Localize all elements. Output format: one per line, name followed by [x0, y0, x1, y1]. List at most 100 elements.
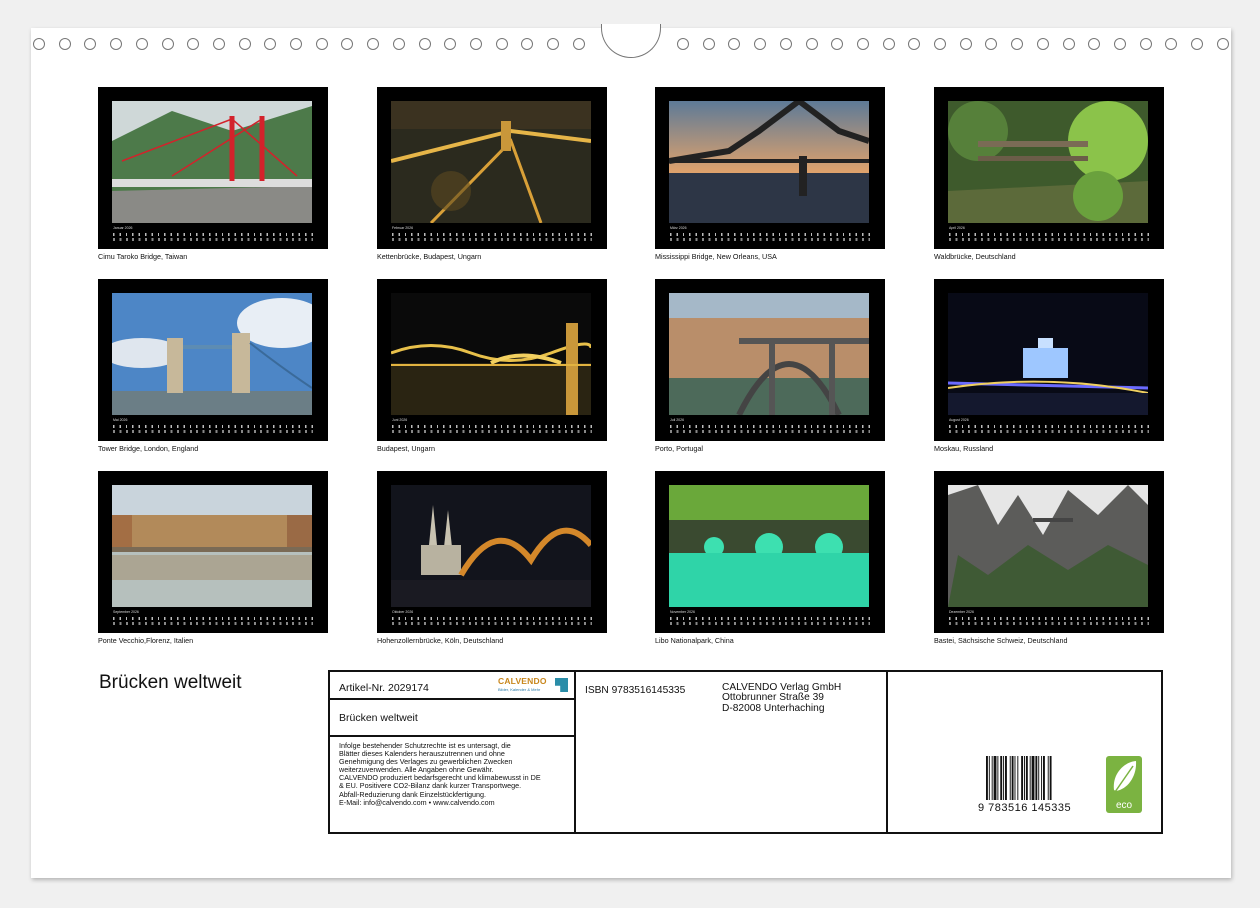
binding-hole: [883, 38, 895, 50]
binding-hole: [187, 38, 199, 50]
binding-hole: [521, 38, 533, 50]
month-label: März 2026: [670, 227, 687, 231]
calendar-days: [949, 238, 1149, 241]
binding-hole: [547, 38, 559, 50]
calendar-days: [113, 622, 313, 625]
calendar-weekdays: [392, 233, 592, 236]
photo-caption: Waldbrücke, Deutschland: [934, 252, 1164, 261]
month-tile-may: Mai 2026 Tower Bridge, London, England: [98, 279, 328, 453]
calendar-weekdays: [949, 425, 1149, 428]
article-cell: Artikel-Nr. 2029174 CALVENDO Bilder, Kal…: [330, 672, 574, 700]
binding-hole: [754, 38, 766, 50]
month-label: April 2026: [949, 227, 965, 231]
calendar-weekdays: [670, 233, 870, 236]
photo-caption: Cimu Taroko Bridge, Taiwan: [98, 252, 328, 261]
article-number: Artikel-Nr. 2029174: [339, 682, 429, 694]
month-frame: Oktober 2026: [377, 471, 607, 633]
photo-april: [948, 101, 1148, 223]
month-tile-march: März 2026 Mississippi Bridge, New Orlean…: [655, 87, 885, 261]
calendar-weekdays: [670, 425, 870, 428]
month-label: Dezember 2026: [949, 611, 974, 615]
month-label: September 2026: [113, 611, 139, 615]
calendar-weekdays: [949, 233, 1149, 236]
month-frame: Januar 2026: [98, 87, 328, 249]
month-label: Juli 2026: [670, 419, 684, 423]
photo-march: [669, 101, 869, 223]
month-frame: November 2026: [655, 471, 885, 633]
binding-hole: [703, 38, 715, 50]
calendar-days: [670, 622, 870, 625]
isbn: ISBN 9783516145335: [585, 685, 685, 696]
photo-caption: Hohenzollernbrücke, Köln, Deutschland: [377, 636, 607, 645]
binding-hole: [470, 38, 482, 50]
binding-hole: [84, 38, 96, 50]
calendar-days: [392, 238, 592, 241]
calendar-weekdays: [113, 617, 313, 620]
month-tile-july: Juli 2026 Porto, Portugal: [655, 279, 885, 453]
binding-hole: [1191, 38, 1203, 50]
binding-hole: [393, 38, 405, 50]
barcode-number: 9 783516 145335: [978, 802, 1071, 814]
binding-hole: [573, 38, 585, 50]
month-label: Juni 2026: [392, 419, 407, 423]
calendar-weekdays: [392, 425, 592, 428]
binding-hole: [780, 38, 792, 50]
photo-november: [669, 485, 869, 607]
binding-hole: [1114, 38, 1126, 50]
binding-hole: [419, 38, 431, 50]
photo-september: [112, 485, 312, 607]
calendar-weekdays: [670, 617, 870, 620]
calendar-weekdays: [392, 617, 592, 620]
info-column-left: Artikel-Nr. 2029174 CALVENDO Bilder, Kal…: [330, 672, 576, 832]
binding-hole: [59, 38, 71, 50]
month-tile-june: Juni 2026 Budapest, Ungarn: [377, 279, 607, 453]
binding-hole: [239, 38, 251, 50]
month-frame: August 2026: [934, 279, 1164, 441]
binding-hole: [1063, 38, 1075, 50]
photo-december: [948, 485, 1148, 607]
calendar-days: [392, 430, 592, 433]
month-tile-january: Januar 2026 Cimu Taroko Bridge, Taiwan: [98, 87, 328, 261]
month-label: Februar 2026: [392, 227, 413, 231]
binding-hole: [264, 38, 276, 50]
eco-label: eco: [1116, 800, 1133, 811]
photo-caption: Porto, Portugal: [655, 444, 885, 453]
binding-hole: [908, 38, 920, 50]
binding-hole: [136, 38, 148, 50]
binding-hole: [316, 38, 328, 50]
binding-hole: [1037, 38, 1049, 50]
photo-caption: Libo Nationalpark, China: [655, 636, 885, 645]
month-tile-november: November 2026 Libo Nationalpark, China: [655, 471, 885, 645]
month-tile-december: Dezember 2026 Bastei, Sächsische Schweiz…: [934, 471, 1164, 645]
product-info-box: Artikel-Nr. 2029174 CALVENDO Bilder, Kal…: [328, 670, 1163, 834]
month-frame: April 2026: [934, 87, 1164, 249]
binding-hole: [162, 38, 174, 50]
calendar-days: [949, 622, 1149, 625]
photo-august: [948, 293, 1148, 415]
eco-leaf-icon: eco: [1106, 756, 1142, 813]
product-title: Brücken weltweit: [339, 712, 418, 724]
binding-hole: [960, 38, 972, 50]
calendar-weekdays: [113, 425, 313, 428]
calendar-weekdays: [949, 617, 1149, 620]
month-label: November 2026: [670, 611, 695, 615]
calendar-days: [113, 238, 313, 241]
binding-hole: [728, 38, 740, 50]
hanger-cutout: [601, 24, 661, 58]
calendar-days: [949, 430, 1149, 433]
binding-hole: [496, 38, 508, 50]
binding-hole: [934, 38, 946, 50]
binding-hole: [1165, 38, 1177, 50]
photo-july: [669, 293, 869, 415]
calendar-title: Brücken weltweit: [99, 672, 242, 694]
legal-notice: Infolge bestehender Schutzrechte ist es …: [339, 742, 571, 807]
calvendo-logo: CALVENDO Bilder, Kalender & Mehr: [498, 676, 568, 694]
month-label: August 2026: [949, 419, 969, 423]
month-tile-august: August 2026 Moskau, Russland: [934, 279, 1164, 453]
month-frame: September 2026: [98, 471, 328, 633]
binding-hole: [1217, 38, 1229, 50]
month-tile-october: Oktober 2026 Hohenzollernbrücke, Köln, D…: [377, 471, 607, 645]
photo-caption: Ponte Vecchio,Florenz, Italien: [98, 636, 328, 645]
photo-june: [391, 293, 591, 415]
binding-hole: [341, 38, 353, 50]
